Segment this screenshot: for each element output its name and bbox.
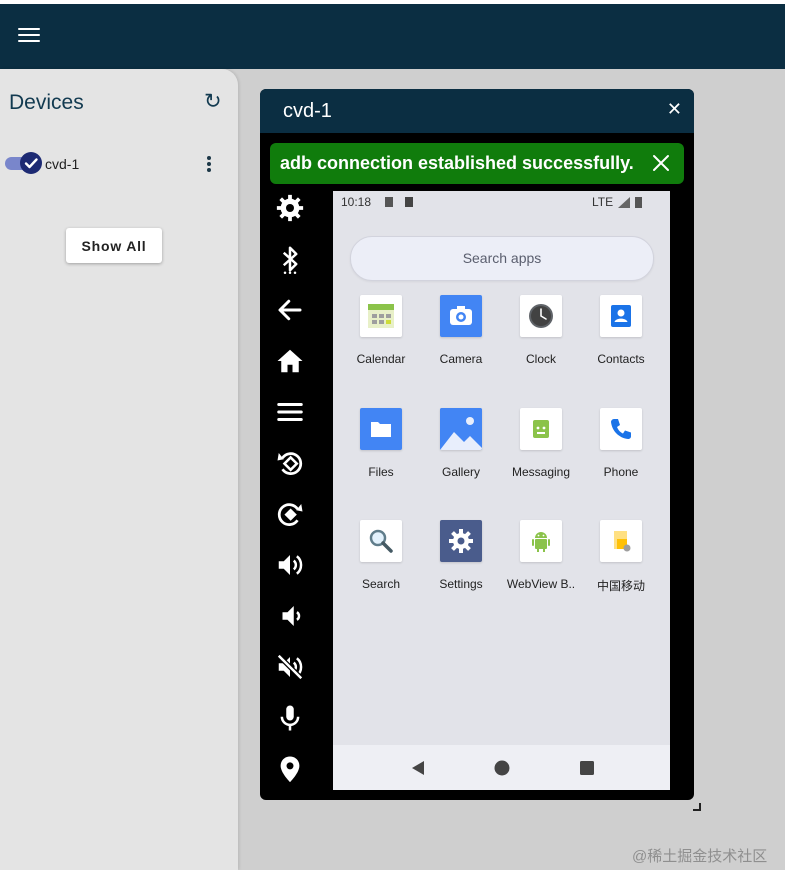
device-window-title: cvd-1 <box>283 100 332 122</box>
device-window-header[interactable]: cvd-1 ✕ <box>260 89 694 133</box>
sd-card-icon <box>385 197 393 207</box>
devices-title: Devices <box>9 91 84 114</box>
close-icon[interactable]: ✕ <box>667 99 682 120</box>
back-arrow-icon[interactable] <box>268 290 312 330</box>
app-webview[interactable]: WebView B.. <box>501 520 581 620</box>
app-messaging[interactable]: Messaging <box>501 408 581 508</box>
files-icon <box>360 408 402 450</box>
phone-screen[interactable]: 10:18 LTE Search apps Calendar Camera Cl… <box>333 191 670 790</box>
app-label: Phone <box>603 465 639 479</box>
devices-sidebar: Devices ↻ cvd-1 Show All <box>0 69 238 870</box>
toast-message: adb connection established successfully. <box>280 153 634 173</box>
location-icon[interactable] <box>268 749 312 789</box>
show-all-button[interactable]: Show All <box>66 228 162 263</box>
app-camera[interactable]: Camera <box>421 295 501 395</box>
refresh-icon[interactable]: ↻ <box>204 91 222 112</box>
app-label: Contacts <box>597 352 645 366</box>
search-icon <box>360 520 402 562</box>
nav-home-icon[interactable] <box>492 758 512 778</box>
app-gallery[interactable]: Gallery <box>421 408 501 508</box>
app-bar <box>0 4 785 69</box>
volume-down-icon[interactable] <box>268 596 312 636</box>
app-label: WebView B.. <box>506 577 576 591</box>
calendar-icon <box>360 295 402 337</box>
resize-handle[interactable] <box>693 803 701 811</box>
china-mobile-icon <box>600 520 642 562</box>
rotate-left-icon[interactable] <box>268 443 312 483</box>
device-row: cvd-1 <box>0 151 238 181</box>
settings-icon <box>440 520 482 562</box>
device-control-panel <box>268 190 312 795</box>
gallery-icon <box>440 408 482 450</box>
status-network: LTE <box>592 195 614 209</box>
app-clock[interactable]: Clock <box>501 295 581 395</box>
app-label: Files <box>368 465 394 479</box>
rotate-right-icon[interactable] <box>268 494 312 534</box>
search-apps-placeholder: Search apps <box>462 250 542 266</box>
status-time: 10:18 <box>341 195 372 209</box>
toast-notification: adb connection established successfully. <box>270 143 684 184</box>
app-china-mobile[interactable]: 中国移动 <box>581 520 661 620</box>
bluetooth-icon[interactable] <box>268 239 312 279</box>
android-icon <box>520 520 562 562</box>
search-apps-bar[interactable]: Search apps <box>350 236 654 281</box>
phone-icon <box>600 408 642 450</box>
toast-close-icon[interactable] <box>651 153 671 173</box>
messaging-icon <box>520 408 562 450</box>
app-label: Messaging <box>511 465 571 479</box>
clock-icon <box>520 295 562 337</box>
app-files[interactable]: Files <box>341 408 421 508</box>
device-name[interactable]: cvd-1 <box>45 156 79 172</box>
app-label: Clock <box>525 352 556 366</box>
status-bar: 10:18 LTE <box>333 191 670 215</box>
home-icon[interactable] <box>268 341 312 381</box>
app-label: 中国移动 <box>596 579 645 593</box>
app-settings[interactable]: Settings <box>421 520 501 620</box>
menu-icon[interactable] <box>268 392 312 432</box>
more-vert-icon[interactable] <box>203 156 215 176</box>
hamburger-menu-icon[interactable] <box>18 28 40 46</box>
volume-mute-icon[interactable] <box>268 647 312 687</box>
camera-icon <box>440 295 482 337</box>
watermark: @稀土掘金技术社区 <box>632 848 768 865</box>
nav-recents-icon[interactable] <box>577 758 597 778</box>
battery-icon <box>635 197 642 208</box>
check-icon <box>20 152 42 174</box>
app-label: Gallery <box>441 465 480 479</box>
app-label: Camera <box>439 352 483 366</box>
app-calendar[interactable]: Calendar <box>341 295 421 395</box>
nav-back-icon[interactable] <box>409 758 429 778</box>
app-phone[interactable]: Phone <box>581 408 661 508</box>
device-toggle[interactable] <box>5 152 42 174</box>
notification-icon <box>405 197 413 207</box>
signal-icon <box>618 197 630 208</box>
gear-icon[interactable] <box>268 188 312 228</box>
microphone-icon[interactable] <box>268 698 312 738</box>
volume-up-icon[interactable] <box>268 545 312 585</box>
app-contacts[interactable]: Contacts <box>581 295 661 395</box>
app-search[interactable]: Search <box>341 520 421 620</box>
contacts-icon <box>600 295 642 337</box>
app-label: Search <box>361 577 401 591</box>
app-label: Settings <box>439 577 483 591</box>
android-nav-bar <box>333 745 670 790</box>
app-label: Calendar <box>356 352 406 366</box>
